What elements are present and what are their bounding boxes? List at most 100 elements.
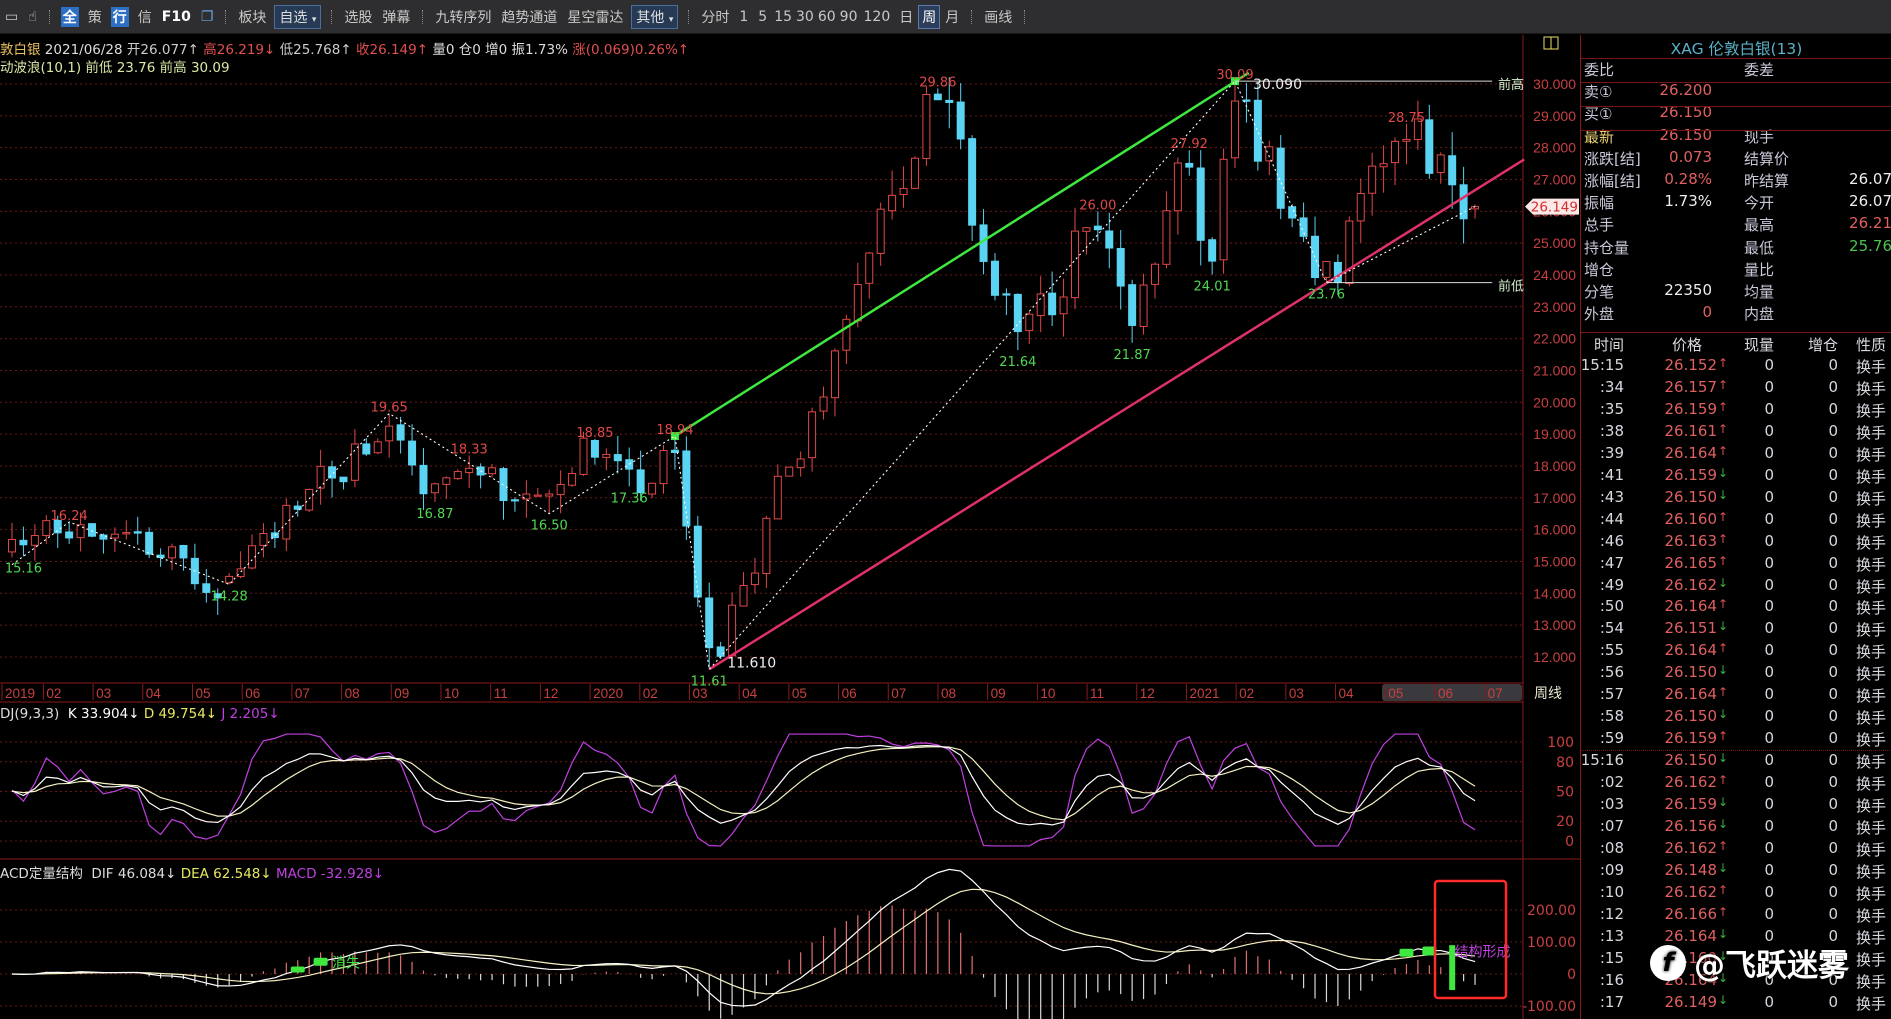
trade-row[interactable]: :17 26.149 ↓ 0 0 换手 (1581, 993, 1891, 1015)
trade-row[interactable]: :41 26.159 ↓ 0 0 换手 (1581, 466, 1891, 488)
trade-row[interactable]: 15:15 26.152 ↑ 0 0 换手 (1581, 356, 1891, 378)
candle (739, 572, 748, 607)
sector-button[interactable]: 板块 (233, 7, 271, 27)
trend-channel-button[interactable]: 趋势通道 (496, 7, 562, 27)
trade-row[interactable]: :59 26.159 ↑ 0 0 换手 (1581, 729, 1891, 751)
quick-strategy-button[interactable]: 策 (83, 7, 107, 27)
trade-row[interactable]: :07 26.156 ↓ 0 0 换手 (1581, 817, 1891, 839)
arrow-up-icon: ↑ (1718, 838, 1729, 853)
trade-kind: 换手 (1856, 818, 1887, 837)
trade-row[interactable]: :34 26.157 ↑ 0 0 换手 (1581, 378, 1891, 400)
star-radar-button[interactable]: 星空雷达 (562, 7, 628, 27)
quote-row: 振幅 1.73% 今开 26.07 (1584, 192, 1891, 214)
separator (331, 9, 333, 24)
period-5min[interactable]: 5 (753, 9, 772, 25)
trade-price: 26.164 (1664, 641, 1718, 660)
draw-line-button[interactable]: 画线 (979, 7, 1017, 27)
arrow-up-icon: ↑ (1718, 904, 1729, 919)
quote-row: 涨幅[结] 0.28% 昨结算 26.07 (1584, 170, 1891, 192)
period-week[interactable]: 周 (918, 4, 941, 29)
candle-body (1036, 293, 1045, 317)
trade-price: 26.157 (1664, 377, 1718, 396)
quick-all-button[interactable]: 全 (60, 6, 79, 27)
kdj-j-line (11, 733, 1476, 847)
trade-row[interactable]: :55 26.164 ↑ 0 0 换手 (1581, 641, 1891, 663)
trade-volume: 0 (1764, 860, 1774, 879)
layers-icon[interactable]: ❐ (196, 9, 219, 25)
trade-row[interactable]: :44 26.160 ↑ 0 0 换手 (1581, 510, 1891, 532)
trade-row[interactable]: :43 26.150 ↓ 0 0 换手 (1581, 488, 1891, 510)
period-60min[interactable]: 60 (816, 9, 838, 25)
candle-body (465, 467, 474, 474)
trade-row[interactable]: :57 26.164 ↑ 0 0 换手 (1581, 685, 1891, 707)
quick-info-button[interactable]: 信 (133, 7, 157, 27)
candle-body (613, 454, 622, 462)
trade-kind: 换手 (1856, 994, 1887, 1013)
x-tick-label: 12 (543, 686, 558, 701)
period-month[interactable]: 月 (940, 7, 964, 27)
trade-row[interactable]: :49 26.162 ↓ 0 0 换手 (1581, 576, 1891, 598)
candle (762, 515, 771, 589)
trade-row[interactable]: :08 26.162 ↑ 0 0 换手 (1581, 839, 1891, 861)
candle (545, 489, 554, 514)
candle-body (510, 499, 519, 502)
prev-high-label: 前高 (1498, 77, 1524, 93)
trade-row[interactable]: :50 26.164 ↑ 0 0 换手 (1581, 597, 1891, 619)
arrow-up-icon: ↑ (1718, 443, 1729, 458)
quote-value-2: 25.76 (1849, 236, 1891, 255)
candle-body (76, 524, 85, 539)
f10-button[interactable]: F10 (157, 9, 196, 25)
trade-volume: 0 (1764, 992, 1774, 1011)
stock-picker-button[interactable]: 选股 (339, 7, 377, 27)
period-15min[interactable]: 15 (772, 9, 794, 25)
trade-row[interactable]: :38 26.161 ↑ 0 0 换手 (1581, 422, 1891, 444)
volume-value: 量0 (432, 42, 455, 58)
extreme-price-label: 11.610 (727, 655, 776, 671)
period-day[interactable]: 日 (894, 7, 918, 27)
pivot-label: 30.09 (1216, 68, 1253, 83)
trade-row[interactable]: :58 26.150 ↓ 0 0 换手 (1581, 707, 1891, 729)
candle-body (990, 260, 999, 296)
trade-row[interactable]: :35 26.159 ↑ 0 0 换手 (1581, 400, 1891, 422)
window-icon[interactable]: ▭ (0, 9, 23, 25)
trade-row[interactable]: :10 26.162 ↑ 0 0 换手 (1581, 883, 1891, 905)
candle (1448, 132, 1457, 209)
arrow-up-icon: ↑ (1718, 729, 1729, 744)
close-value: 收26.149↑ (355, 42, 429, 58)
extreme-price-label: 30.090 (1253, 77, 1302, 93)
macd-header: ACD定量结构 DIF 46.084↓ DEA 62.548↓ MACD -32… (0, 862, 384, 882)
trade-row[interactable]: :03 26.159 ↓ 0 0 换手 (1581, 795, 1891, 817)
nine-turn-button[interactable]: 九转序列 (430, 7, 496, 27)
bullet-comments-button[interactable]: 弹幕 (377, 7, 415, 27)
other-dropdown[interactable]: 其他 ▾ (631, 4, 679, 29)
trades-header-volume: 现量 (1743, 336, 1774, 354)
trade-row[interactable]: 15:16 26.150 ↓ 0 0 换手 (1581, 750, 1891, 773)
quote-row: 增仓 量比 (1584, 259, 1891, 281)
quick-quote-button[interactable]: 行 (110, 6, 129, 27)
pivot-label: 23.76 (1308, 288, 1345, 303)
macd-annotation: 消失 (332, 956, 360, 972)
trade-row[interactable]: :46 26.163 ↑ 0 0 换手 (1581, 532, 1891, 554)
hand-cursor-icon[interactable]: ☝ (23, 9, 42, 25)
trade-row[interactable]: :02 26.162 ↑ 0 0 换手 (1581, 773, 1891, 795)
trade-row[interactable]: :56 26.150 ↓ 0 0 换手 (1581, 663, 1891, 685)
trade-row[interactable]: :39 26.164 ↑ 0 0 换手 (1581, 444, 1891, 466)
separator (422, 9, 424, 24)
watchlist-dropdown[interactable]: 自选 ▾ (274, 4, 322, 29)
macd-histogram (22, 905, 1476, 1019)
trade-row[interactable]: :12 26.166 ↑ 0 0 换手 (1581, 905, 1891, 927)
kdj-tick-label: 100 (1547, 735, 1574, 751)
candle (613, 435, 622, 474)
trade-row[interactable]: :47 26.165 ↑ 0 0 换手 (1581, 554, 1891, 576)
trade-oi: 0 (1828, 838, 1838, 857)
quote-value-2: 26.21 (1849, 214, 1891, 233)
trade-row[interactable]: :54 26.151 ↓ 0 0 换手 (1581, 619, 1891, 641)
candle (430, 482, 439, 502)
trade-row[interactable]: :09 26.148 ↓ 0 0 换手 (1581, 861, 1891, 883)
period-1min[interactable]: 1 (734, 9, 753, 25)
period-30min[interactable]: 30 (794, 9, 816, 25)
candle-body (1425, 119, 1434, 174)
period-90min[interactable]: 90 (838, 9, 860, 25)
period-intraday[interactable]: 分时 (696, 7, 734, 27)
period-120min[interactable]: 120 (860, 9, 895, 25)
